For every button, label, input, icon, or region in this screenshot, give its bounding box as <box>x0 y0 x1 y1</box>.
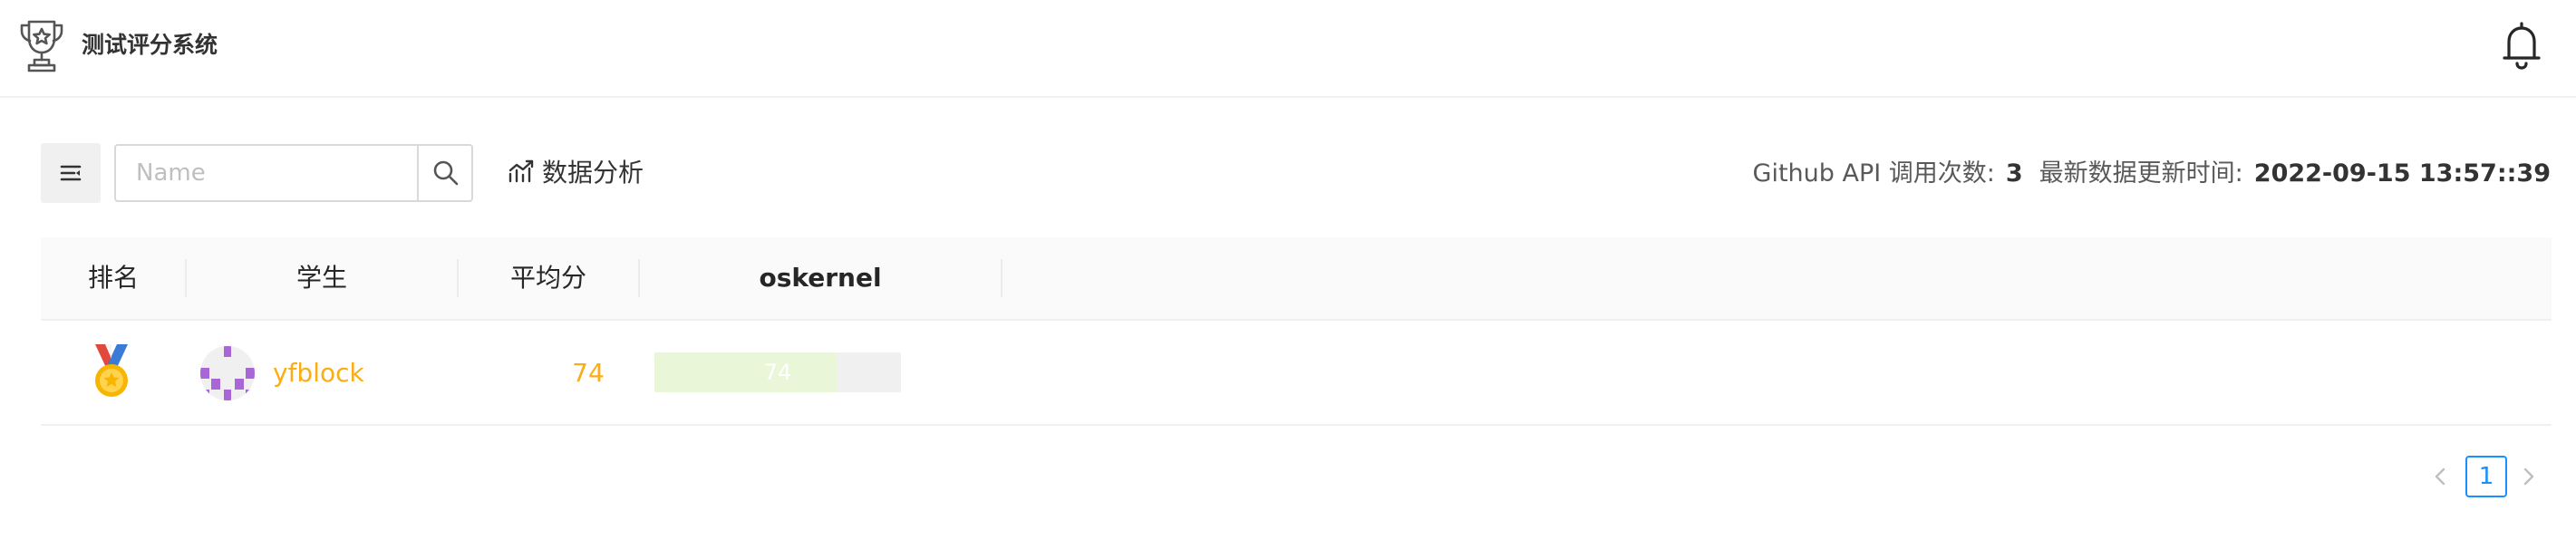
oskernel-score-bar: 74 <box>654 352 901 392</box>
api-count-label: Github API 调用次数: <box>1752 159 1995 188</box>
pagination-prev-button[interactable] <box>2422 458 2458 495</box>
bell-icon[interactable] <box>2500 20 2543 71</box>
search-icon <box>433 160 459 186</box>
menu-toggle-button[interactable] <box>41 143 101 203</box>
data-analysis-link[interactable]: 数据分析 <box>508 152 644 194</box>
app-header: 测试评分系统 <box>0 0 2576 98</box>
column-header-average[interactable]: 平均分 <box>458 237 639 319</box>
gold-medal-icon <box>95 344 128 397</box>
column-header-oskernel[interactable]: oskernel <box>639 237 1002 319</box>
column-header-student[interactable]: 学生 <box>186 237 458 319</box>
table-row[interactable]: yfblock 74 74 <box>41 321 2552 426</box>
data-analysis-label: 数据分析 <box>542 158 644 188</box>
chevron-right-icon <box>2523 467 2534 486</box>
search-input[interactable] <box>116 146 417 200</box>
api-count-value: 3 <box>2005 159 2023 188</box>
column-divider <box>1001 259 1002 297</box>
column-header-rank[interactable]: 排名 <box>41 237 186 319</box>
oskernel-score-text: 74 <box>763 360 792 385</box>
update-time-value: 2022-09-15 13:57::39 <box>2253 159 2551 188</box>
menu-fold-icon <box>60 165 82 181</box>
chevron-left-icon <box>2435 467 2445 486</box>
search-box <box>114 144 473 202</box>
update-time-label: 最新数据更新时间: <box>2039 159 2243 188</box>
stock-chart-icon <box>508 159 534 183</box>
pagination-page-1[interactable]: 1 <box>2465 456 2507 497</box>
api-stats: Github API 调用次数: 3 最新数据更新时间: 2022-09-15 13:… <box>1753 154 2551 194</box>
student-name-link[interactable]: yfblock <box>273 353 364 393</box>
trophy-icon <box>20 20 63 72</box>
pagination-next-button[interactable] <box>2511 458 2547 495</box>
table-header: 排名 学生 平均分 oskernel <box>41 237 2552 321</box>
app-title: 测试评分系统 <box>82 32 218 58</box>
search-button[interactable] <box>417 146 471 200</box>
avatar <box>200 346 255 400</box>
